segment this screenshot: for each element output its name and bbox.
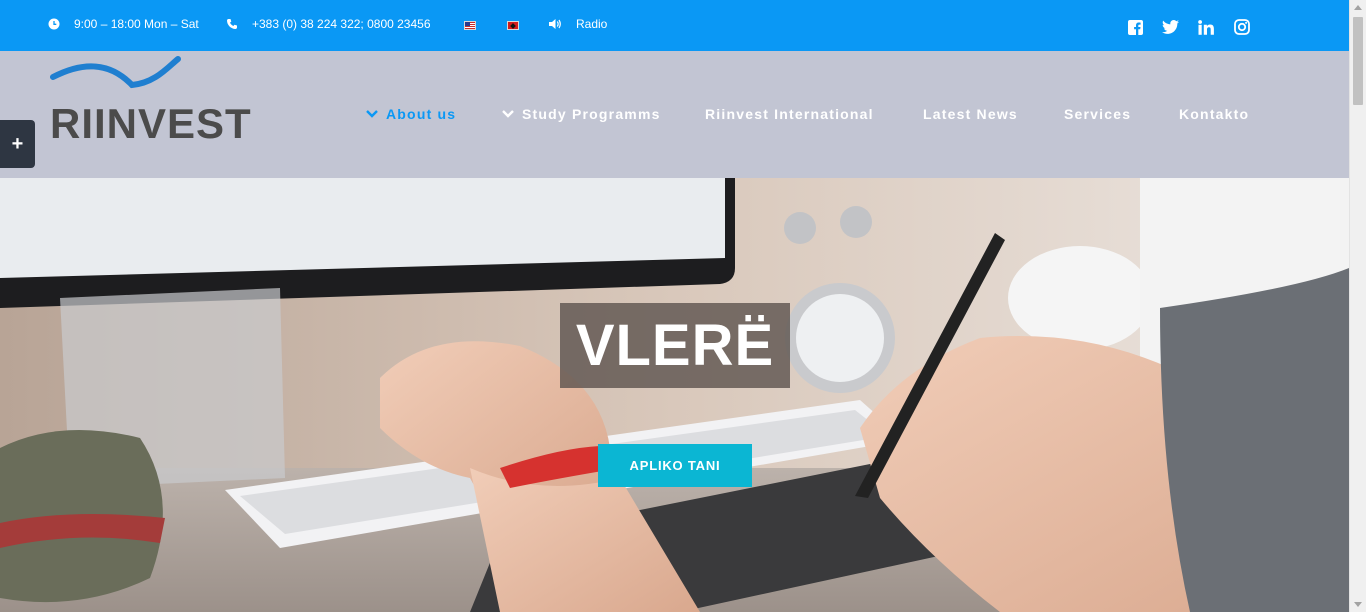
nav-services[interactable]: Services [1064,106,1131,122]
nav-study-programms[interactable]: Study Programms [502,106,661,122]
vertical-scrollbar[interactable] [1349,0,1366,612]
chevron-down-icon [502,110,514,118]
nav-kontakto[interactable]: Kontakto [1179,106,1249,122]
nav-latest-news[interactable]: Latest News [923,106,1018,122]
logo-text[interactable]: RIINVEST [50,103,252,145]
nav-riinvest-international-label: Riinvest International [705,106,874,122]
opening-hours-text: 9:00 – 18:00 Mon – Sat [74,17,199,31]
hero-title: VLERË [560,303,790,388]
nav-services-label: Services [1064,106,1132,122]
top-info-bar: 9:00 – 18:00 Mon – Sat +383 (0) 38 224 3… [0,0,1349,51]
clock-icon [48,18,60,30]
facebook-icon[interactable] [1126,18,1144,36]
site-header: RIINVEST About us Study Programms Riinve… [0,51,1349,178]
radio-label: Radio [576,17,608,31]
nav-about-us-label: About us [386,106,457,122]
hero-background-image [0,178,1349,612]
nav-riinvest-international[interactable]: Riinvest International [705,106,874,122]
linkedin-icon[interactable] [1197,18,1215,36]
phone-numbers[interactable]: +383 (0) 38 224 322; 0800 23456 [226,17,431,31]
nav-about-us[interactable]: About us [366,106,456,122]
nav-kontakto-label: Kontakto [1179,106,1250,122]
opening-hours: 9:00 – 18:00 Mon – Sat [48,17,199,31]
nav-study-programms-label: Study Programms [522,106,661,122]
apply-now-button[interactable]: APLIKO TANI [598,444,752,487]
scrollbar-thumb[interactable] [1353,17,1363,105]
english-flag-icon[interactable] [464,21,476,30]
phone-icon [227,19,237,29]
phone-numbers-text: +383 (0) 38 224 322; 0800 23456 [252,17,431,31]
side-panel-toggle-button[interactable]: + [0,120,35,168]
speaker-icon [549,19,561,29]
scroll-down-icon[interactable] [1354,602,1362,607]
radio-link[interactable]: Radio [548,17,607,31]
hero-slider: VLERË APLIKO TANI [0,178,1349,612]
chevron-down-icon [366,110,378,118]
instagram-icon[interactable] [1233,18,1251,36]
albanian-flag-icon[interactable] [507,21,519,30]
nav-latest-news-label: Latest News [923,106,1018,122]
twitter-icon[interactable] [1161,18,1179,36]
scroll-up-icon[interactable] [1354,5,1362,10]
